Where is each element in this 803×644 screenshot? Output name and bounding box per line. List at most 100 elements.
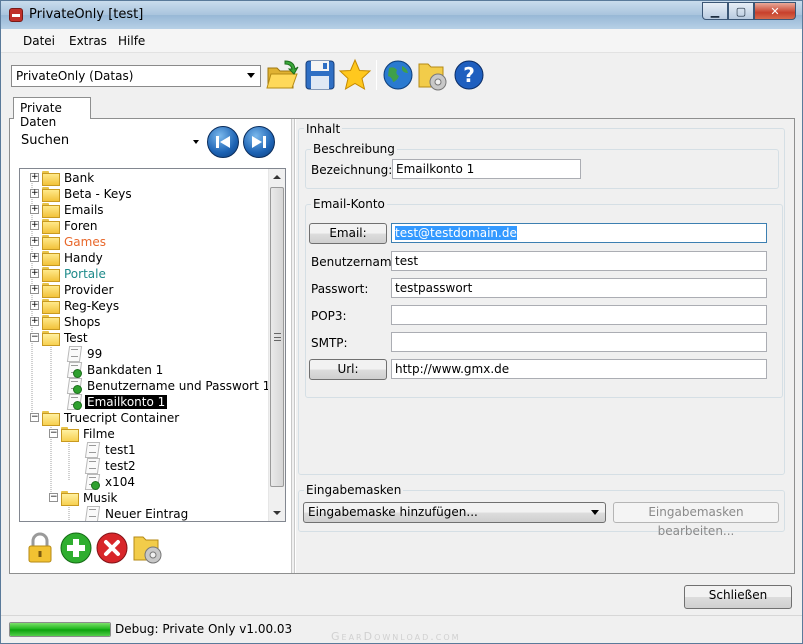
main-window: PrivateOnly [test] ▁ ▢ ✕ Datei Extras Hi… (0, 0, 803, 644)
expand-icon[interactable]: + (30, 173, 39, 182)
pop3-label: POP3: (311, 309, 347, 323)
tree-item-label: test1 (105, 443, 136, 457)
tree-item[interactable]: + Shops (30, 314, 102, 330)
tab-private-daten[interactable]: Private Daten (13, 97, 91, 129)
menu-hilfe[interactable]: Hilfe (118, 34, 145, 48)
tree-item[interactable]: − Test (30, 330, 90, 346)
expand-icon[interactable]: + (30, 285, 39, 294)
tree-item-label: Handy (64, 251, 103, 265)
tree-item[interactable]: − Truecript Container (30, 410, 181, 426)
eingabemasken-edit-button[interactable]: Eingabemasken bearbeiten... (613, 502, 779, 538)
entry-tree[interactable]: + Bank + Beta - Keys + Emails + Foren + Games + Han… (19, 168, 286, 522)
url-input[interactable]: http://www.gmx.de (391, 359, 767, 379)
delete-entry-icon[interactable] (95, 531, 129, 565)
tree-item[interactable]: + Reg-Keys (30, 298, 121, 314)
folder-open-icon (42, 411, 60, 426)
search-combobox[interactable]: Suchen (19, 129, 203, 153)
tree-item[interactable]: + Games (30, 234, 108, 250)
expand-icon[interactable]: + (30, 317, 39, 326)
lock-icon[interactable] (23, 531, 57, 565)
smtp-input[interactable] (391, 332, 767, 352)
tree-item[interactable]: − Musik (49, 490, 120, 506)
collapse-icon[interactable]: − (49, 429, 58, 438)
tree-item[interactable]: Emailkonto 1 (67, 394, 168, 410)
folder-icon (42, 283, 60, 298)
eingabemaske-select-value: Eingabemaske hinzufügen... (308, 505, 478, 519)
folder-open-icon (61, 491, 79, 506)
last-entry-button[interactable] (243, 126, 275, 158)
database-select-value: PrivateOnly (Datas) (16, 69, 134, 83)
tree-item-label: Foren (64, 219, 98, 233)
tree-scrollbar[interactable] (268, 169, 285, 521)
tree-item[interactable]: test2 (85, 458, 138, 474)
progress-bar (9, 622, 111, 637)
email-input[interactable]: test@testdomain.de (391, 223, 767, 243)
expand-icon[interactable]: + (30, 205, 39, 214)
email-button[interactable]: Email: (309, 223, 387, 244)
tree-item-label: Neuer Eintrag (105, 507, 189, 521)
tree-item[interactable]: + Foren (30, 218, 99, 234)
benutzername-input[interactable]: test (391, 251, 767, 271)
add-entry-icon[interactable] (59, 531, 93, 565)
eingabemaske-select[interactable]: Eingabemaske hinzufügen... (303, 502, 606, 523)
tree-item[interactable]: + Portale (30, 266, 108, 282)
folder-icon (42, 187, 60, 202)
expand-icon[interactable]: + (30, 221, 39, 230)
tree-item-label: Emails (64, 203, 104, 217)
tree-item[interactable]: x104 (85, 474, 137, 490)
eingabemasken-label: Eingabemasken (304, 483, 404, 497)
skip-first-icon (216, 136, 230, 148)
first-entry-button[interactable] (207, 126, 239, 158)
expand-icon[interactable]: + (30, 301, 39, 310)
scroll-thumb[interactable] (270, 187, 284, 487)
folder-settings-icon[interactable] (416, 58, 450, 92)
caption-buttons: ▁ ▢ ✕ (702, 2, 796, 20)
collapse-icon[interactable]: − (49, 493, 58, 502)
expand-icon[interactable]: + (30, 253, 39, 262)
inhalt-label: Inhalt (304, 122, 343, 136)
url-button[interactable]: Url: (309, 359, 387, 380)
scroll-up-icon[interactable] (273, 175, 281, 179)
tree-item[interactable]: Bankdaten 1 (67, 362, 165, 378)
folder-settings-icon[interactable] (131, 531, 165, 565)
pane-splitter[interactable] (291, 119, 295, 573)
tree-item[interactable]: + Provider (30, 282, 115, 298)
menu-datei[interactable]: Datei (23, 34, 55, 48)
minimize-button[interactable]: ▁ (702, 2, 728, 20)
star-icon[interactable] (338, 58, 372, 92)
expand-icon[interactable]: + (30, 269, 39, 278)
menu-extras[interactable]: Extras (69, 34, 107, 48)
skip-last-icon (252, 136, 266, 148)
toolbar-separator (376, 60, 377, 90)
tree-item[interactable]: 99 (67, 346, 104, 362)
save-icon[interactable] (303, 58, 337, 92)
maximize-button[interactable]: ▢ (728, 2, 754, 20)
database-select[interactable]: PrivateOnly (Datas) (11, 65, 261, 87)
tree-item[interactable]: test1 (85, 442, 138, 458)
close-button[interactable]: Schließen (684, 585, 792, 609)
tree-item[interactable]: Benutzername und Passwort 1 (67, 378, 272, 394)
tree-item[interactable]: + Handy (30, 250, 105, 266)
collapse-icon[interactable]: − (30, 333, 39, 342)
tree-item[interactable]: Neuer Eintrag (85, 506, 190, 521)
collapse-icon[interactable]: − (30, 413, 39, 422)
bezeichnung-input[interactable]: Emailkonto 1 (392, 159, 581, 179)
entry-note-icon (85, 506, 99, 521)
tree-item[interactable]: + Emails (30, 202, 106, 218)
globe-icon[interactable] (381, 58, 415, 92)
tree-item-label: Shops (64, 315, 101, 329)
pop3-input[interactable] (391, 305, 767, 325)
scroll-down-icon[interactable] (273, 511, 281, 515)
tree-item[interactable]: − Filme (49, 426, 117, 442)
expand-icon[interactable]: + (30, 237, 39, 246)
open-folder-icon[interactable] (265, 58, 299, 92)
tree-item-label: test2 (105, 459, 136, 473)
tree-item-label: Filme (83, 427, 115, 441)
folder-icon (42, 315, 60, 330)
help-icon[interactable]: ? (452, 58, 486, 92)
close-window-button[interactable]: ✕ (754, 2, 796, 20)
tree-item[interactable]: + Bank (30, 170, 96, 186)
passwort-input[interactable]: testpasswort (391, 278, 767, 298)
tree-item[interactable]: + Beta - Keys (30, 186, 134, 202)
expand-icon[interactable]: + (30, 189, 39, 198)
